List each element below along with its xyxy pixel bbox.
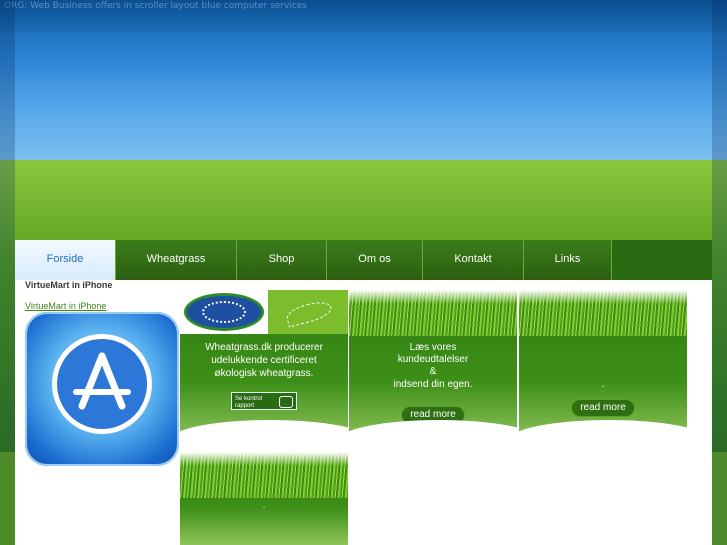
card1-line3: økologisk wheatgrass. [214, 368, 314, 379]
card4-dot: . [262, 500, 266, 511]
danish-organic-logo [180, 290, 268, 334]
card-four: . [180, 452, 348, 545]
card-organic: Wheatgrass.dk producerer udelukkende cer… [180, 290, 348, 442]
nav-item-wheatgrass[interactable]: Wheatgrass [116, 240, 237, 280]
organic-logos [180, 290, 348, 334]
nav-item-kontakt[interactable]: Kontakt [423, 240, 524, 280]
top-bar-text: ORG: Web Business offers in scroller lay… [4, 1, 307, 11]
badge-line1: Se kontrol [235, 396, 263, 402]
read-more-button[interactable]: read more [572, 400, 634, 416]
card1-line2: udelukkende certificeret [211, 355, 317, 366]
grass-image [519, 290, 687, 336]
nav-item-om-os[interactable]: Om os [327, 240, 423, 280]
card3-dot: . [601, 379, 605, 390]
nav-item-links[interactable]: Links [524, 240, 612, 280]
inspection-report-badge[interactable]: Se kontrol rapport [231, 392, 297, 410]
card-testimonials: Læs vores kundeudtalelser & indsend din … [349, 290, 517, 442]
card-three: . read more [519, 290, 687, 442]
grass-image [180, 452, 348, 498]
card-swoosh [180, 420, 348, 442]
top-bar: ORG: Web Business offers in scroller lay… [0, 0, 727, 32]
sidebar-title: VirtueMart in iPhone [25, 280, 113, 290]
main-navigation: Forside Wheatgrass Shop Om os Kontakt Li… [15, 240, 712, 280]
sidebar-link[interactable]: VirtueMart in iPhone [25, 301, 106, 311]
badge-logo-icon [279, 396, 293, 408]
card-swoosh [519, 420, 687, 442]
card1-line1: Wheatgrass.dk producerer [205, 342, 323, 353]
card2-line3: & [429, 366, 437, 377]
nav-item-forside[interactable]: Forside [15, 240, 116, 280]
app-store-icon[interactable] [25, 312, 179, 466]
eu-organic-leaf-logo [268, 290, 348, 334]
card2-line4: indsend din egen. [393, 379, 473, 390]
card-swoosh [349, 420, 517, 442]
grass-image [349, 290, 517, 336]
nav-item-shop[interactable]: Shop [237, 240, 327, 280]
badge-line2: rapport [235, 403, 255, 409]
pencil-ruler-icon [73, 352, 131, 410]
